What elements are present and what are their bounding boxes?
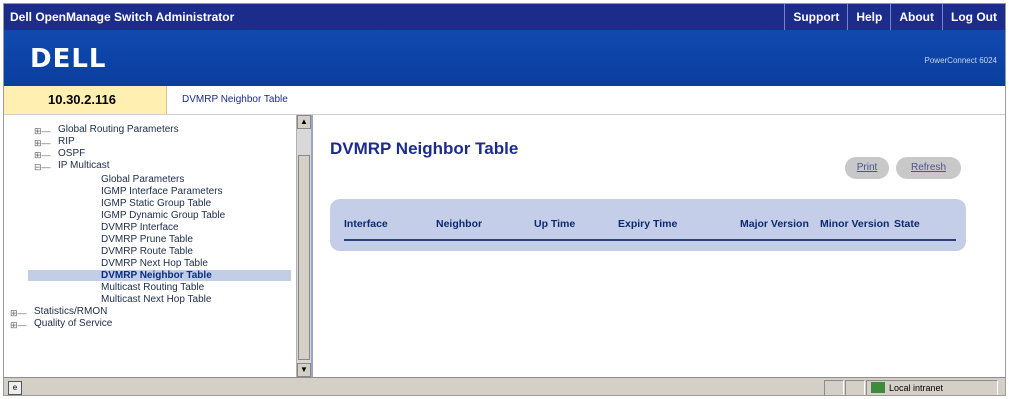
page-title: DVMRP Neighbor Table: [330, 139, 519, 158]
collapse-icon[interactable]: ⊟—: [34, 162, 51, 173]
tree-item-rip[interactable]: RIP: [58, 136, 75, 147]
device-ip-box: 10.30.2.116: [4, 86, 167, 114]
tree-item-dvmrp-interface[interactable]: DVMRP Interface: [101, 222, 179, 233]
top-bar: Dell OpenManage Switch Administrator Sup…: [4, 4, 1005, 30]
scroll-thumb[interactable]: [298, 155, 310, 360]
tree-item-igmp-static[interactable]: IGMP Static Group Table: [101, 198, 211, 209]
neighbor-table: Interface Neighbor Up Time Expiry Time M…: [330, 199, 966, 251]
tree-item-multicast-next-hop[interactable]: Multicast Next Hop Table: [101, 294, 211, 305]
tree-item-statistics-rmon[interactable]: Statistics/RMON: [34, 306, 107, 317]
tree-item-qos[interactable]: Quality of Service: [34, 318, 112, 329]
expand-icon[interactable]: ⊞—: [34, 138, 51, 149]
browser-window: Dell OpenManage Switch Administrator Sup…: [3, 3, 1006, 396]
top-nav: Support Help About Log Out: [784, 4, 1005, 30]
table-header: Interface Neighbor Up Time Expiry Time M…: [344, 209, 956, 241]
column-header: Interface: [344, 218, 388, 230]
scroll-up-icon[interactable]: ▲: [297, 115, 311, 129]
tree-scrollbar[interactable]: ▲ ▼: [296, 115, 311, 377]
tree-item-igmp-interface[interactable]: IGMP Interface Parameters: [101, 186, 223, 197]
product-name: PowerConnect 6024: [924, 56, 998, 65]
expand-icon[interactable]: ⊞—: [10, 308, 27, 319]
column-header: Neighbor: [436, 218, 483, 230]
tree-item-global-parameters[interactable]: Global Parameters: [101, 174, 184, 185]
print-button[interactable]: Print: [845, 157, 889, 179]
column-header: State: [894, 218, 920, 230]
expand-icon[interactable]: ⊞—: [34, 126, 51, 137]
status-cell: [845, 380, 865, 395]
security-zone: Local intranet: [866, 380, 998, 395]
tree-item-dvmrp-prune[interactable]: DVMRP Prune Table: [101, 234, 193, 245]
zone-label: Local intranet: [889, 383, 944, 393]
tree-item-dvmrp-next-hop[interactable]: DVMRP Next Hop Table: [101, 258, 208, 269]
support-link[interactable]: Support: [784, 4, 847, 30]
expand-icon[interactable]: ⊞—: [10, 320, 27, 331]
column-header: Expiry Time: [618, 218, 678, 230]
tree-item-multicast-routing[interactable]: Multicast Routing Table: [101, 282, 204, 293]
status-bar: e Local intranet: [4, 377, 1005, 395]
breadcrumb: DVMRP Neighbor Table: [182, 94, 288, 105]
app-title: Dell OpenManage Switch Administrator: [10, 10, 235, 24]
tree-item-ip-multicast[interactable]: IP Multicast: [58, 160, 110, 171]
column-header: Major Version: [740, 218, 809, 230]
scroll-down-icon[interactable]: ▼: [297, 363, 311, 377]
page-icon: e: [8, 381, 22, 395]
intranet-icon: [871, 382, 885, 393]
tree-item-igmp-dynamic[interactable]: IGMP Dynamic Group Table: [101, 210, 225, 221]
location-bar: 10.30.2.116 DVMRP Neighbor Table: [4, 86, 1005, 115]
tree-item-ospf[interactable]: OSPF: [58, 148, 85, 159]
navigation-tree: ⊞— Global Routing Parameters ⊞— RIP ⊞— O…: [4, 115, 313, 377]
device-ip: 10.30.2.116: [48, 92, 116, 107]
expand-icon[interactable]: ⊞—: [34, 150, 51, 161]
tree-item-global-routing[interactable]: Global Routing Parameters: [58, 124, 179, 135]
help-link[interactable]: Help: [847, 4, 890, 30]
column-header: Minor Version: [820, 218, 890, 230]
tree-item-dvmrp-route[interactable]: DVMRP Route Table: [101, 246, 193, 257]
about-link[interactable]: About: [890, 4, 942, 30]
logout-link[interactable]: Log Out: [942, 4, 1005, 30]
tree-item-dvmrp-neighbor[interactable]: DVMRP Neighbor Table: [28, 270, 291, 281]
status-cell: [824, 380, 844, 395]
main-content: DVMRP Neighbor Table Print Refresh Inter…: [314, 115, 1005, 377]
brand-bar: DELL PowerConnect 6024: [4, 30, 1005, 86]
refresh-button[interactable]: Refresh: [896, 157, 961, 179]
column-header: Up Time: [534, 218, 576, 230]
dell-logo: DELL: [30, 44, 107, 74]
